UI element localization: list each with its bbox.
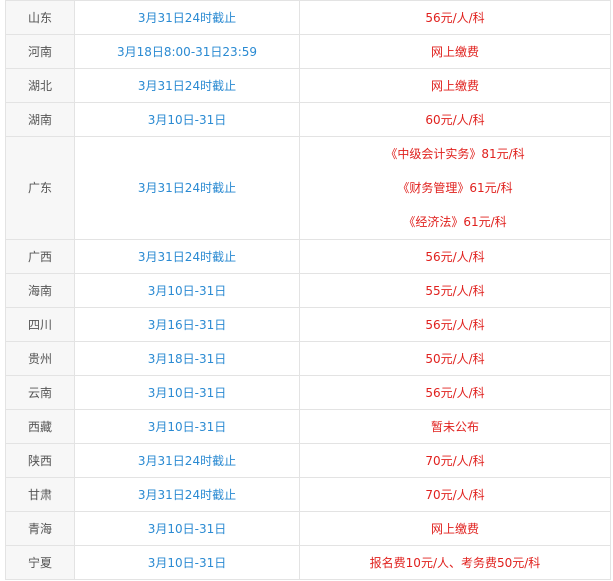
registration-date-cell: 3月18日8:00-31日23:59 [74, 34, 300, 69]
fee-line-financial-management: 《财务管理》61元/科 [397, 181, 513, 195]
province-cell: 广东 [5, 136, 75, 240]
fee-line-economic-law: 《经济法》61元/科 [403, 215, 507, 229]
registration-date-cell: 3月10日-31日 [74, 273, 300, 308]
registration-date-cell: 3月31日24时截止 [74, 136, 300, 240]
table-row: 广西 3月31日24时截止 56元/人/科 [5, 239, 611, 274]
registration-date-cell: 3月16日-31日 [74, 307, 300, 342]
registration-date-cell: 3月10日-31日 [74, 545, 300, 580]
table-row: 西藏 3月10日-31日 暂未公布 [5, 409, 611, 444]
province-cell: 广西 [5, 239, 75, 274]
table-row: 甘肃 3月31日24时截止 70元/人/科 [5, 477, 611, 512]
fee-cell: 网上缴费 [299, 511, 611, 546]
registration-date-cell: 3月31日24时截止 [74, 0, 300, 35]
fee-line-accounting-practice: 《中级会计实务》81元/科 [385, 147, 525, 161]
province-cell: 宁夏 [5, 545, 75, 580]
province-cell: 贵州 [5, 341, 75, 376]
province-cell: 西藏 [5, 409, 75, 444]
registration-date-cell: 3月31日24时截止 [74, 68, 300, 103]
province-cell: 湖南 [5, 102, 75, 137]
registration-date-cell: 3月31日24时截止 [74, 239, 300, 274]
registration-date-cell: 3月10日-31日 [74, 511, 300, 546]
province-cell: 青海 [5, 511, 75, 546]
table-row: 湖南 3月10日-31日 60元/人/科 [5, 102, 611, 137]
registration-date-cell: 3月18日-31日 [74, 341, 300, 376]
fee-cell: 网上缴费 [299, 68, 611, 103]
table-row: 湖北 3月31日24时截止 网上缴费 [5, 68, 611, 103]
province-cell: 河南 [5, 34, 75, 69]
table-row: 贵州 3月18日-31日 50元/人/科 [5, 341, 611, 376]
province-cell: 湖北 [5, 68, 75, 103]
table-row: 海南 3月10日-31日 55元/人/科 [5, 273, 611, 308]
exam-fee-table: 山东 3月31日24时截止 56元/人/科 河南 3月18日8:00-31日23… [5, 0, 611, 580]
table-row: 四川 3月16日-31日 56元/人/科 [5, 307, 611, 342]
fee-cell: 报名费10元/人、考务费50元/科 [299, 545, 611, 580]
fee-cell: 56元/人/科 [299, 375, 611, 410]
province-cell: 四川 [5, 307, 75, 342]
fee-cell: 70元/人/科 [299, 443, 611, 478]
province-cell: 海南 [5, 273, 75, 308]
fee-cell: 56元/人/科 [299, 239, 611, 274]
table-row: 宁夏 3月10日-31日 报名费10元/人、考务费50元/科 [5, 545, 611, 580]
table-row: 广东 3月31日24时截止 《中级会计实务》81元/科 《财务管理》61元/科 … [5, 136, 611, 240]
fee-cell: 50元/人/科 [299, 341, 611, 376]
registration-date-cell: 3月10日-31日 [74, 409, 300, 444]
fee-cell: 56元/人/科 [299, 307, 611, 342]
table-row: 青海 3月10日-31日 网上缴费 [5, 511, 611, 546]
registration-date-cell: 3月10日-31日 [74, 375, 300, 410]
table-row: 河南 3月18日8:00-31日23:59 网上缴费 [5, 34, 611, 69]
fee-cell: 暂未公布 [299, 409, 611, 444]
registration-date-cell: 3月31日24时截止 [74, 477, 300, 512]
table-row: 山东 3月31日24时截止 56元/人/科 [5, 0, 611, 35]
province-cell: 陕西 [5, 443, 75, 478]
table-row: 陕西 3月31日24时截止 70元/人/科 [5, 443, 611, 478]
province-cell: 山东 [5, 0, 75, 35]
province-cell: 云南 [5, 375, 75, 410]
province-cell: 甘肃 [5, 477, 75, 512]
fee-cell: 60元/人/科 [299, 102, 611, 137]
fee-cell: 《中级会计实务》81元/科 《财务管理》61元/科 《经济法》61元/科 [299, 136, 611, 240]
fee-cell: 55元/人/科 [299, 273, 611, 308]
fee-cell: 56元/人/科 [299, 0, 611, 35]
table-row: 云南 3月10日-31日 56元/人/科 [5, 375, 611, 410]
fee-cell: 70元/人/科 [299, 477, 611, 512]
registration-date-cell: 3月31日24时截止 [74, 443, 300, 478]
registration-date-cell: 3月10日-31日 [74, 102, 300, 137]
fee-cell: 网上缴费 [299, 34, 611, 69]
